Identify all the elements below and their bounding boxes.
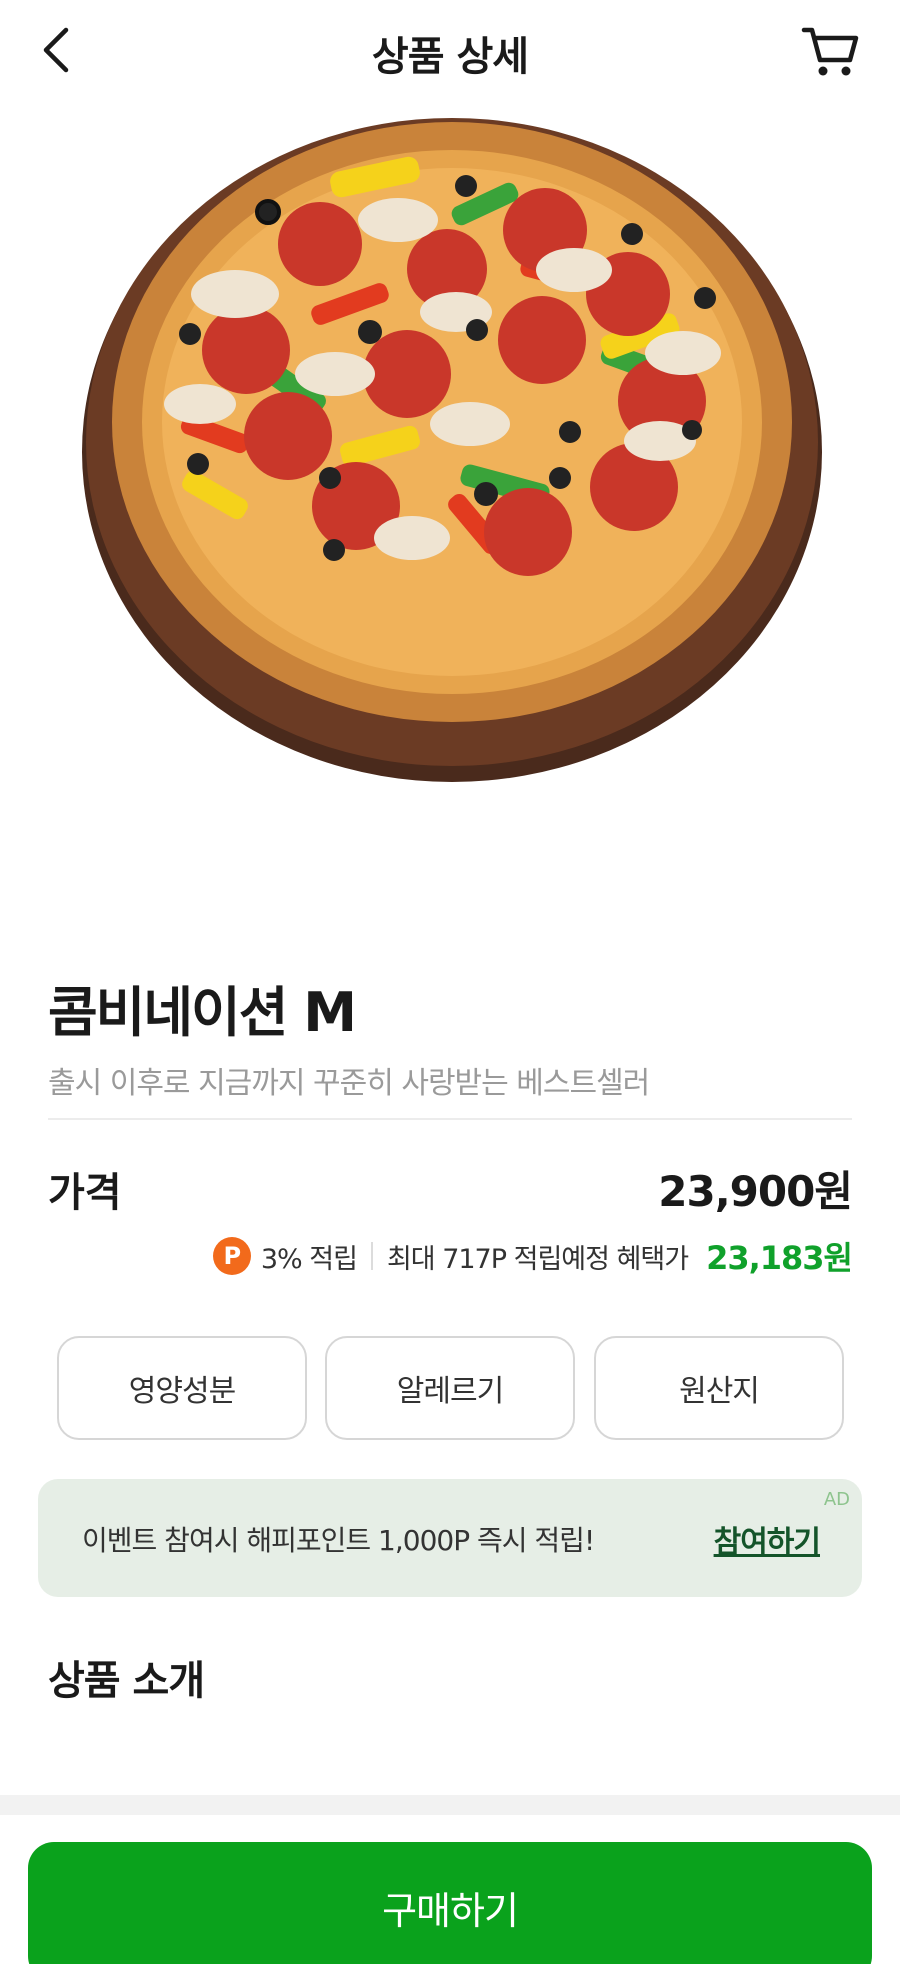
product-image (0, 104, 900, 924)
buy-button[interactable]: 구매하기 (28, 1842, 872, 1964)
origin-button[interactable]: 원산지 (594, 1336, 844, 1440)
buy-button-label: 구매하기 (382, 1889, 519, 1933)
point-rate: 3% 적립 (260, 1243, 358, 1275)
ad-banner[interactable]: AD 이벤트 참여시 해피포인트 1,000P 즉시 적립! 참여하기 (38, 1479, 862, 1597)
price-value: 23,900원 (658, 1167, 853, 1216)
point-benefit-row: P 3% 적립 최대 717P 적립예정 혜택가 23,183원 (212, 1234, 853, 1278)
max-point-text: 최대 717P 적립예정 혜택가 (386, 1243, 689, 1275)
section-divider (0, 1795, 900, 1815)
nutrition-button[interactable]: 영양성분 (57, 1336, 307, 1440)
separator (370, 1242, 373, 1270)
page-title: 상품 상세 (371, 34, 529, 80)
pizza-photo (82, 118, 822, 782)
divider (48, 1118, 852, 1120)
price-label: 가격 (48, 1170, 122, 1216)
cart-icon (801, 27, 859, 76)
benefit-price: 23,183원 (706, 1239, 853, 1277)
section-title: 상품 소개 (48, 1658, 205, 1704)
cart-button[interactable] (800, 22, 860, 80)
point-icon: P (212, 1237, 251, 1275)
ad-tag: AD (823, 1489, 850, 1510)
allergy-button[interactable]: 알레르기 (325, 1336, 575, 1440)
participate-link[interactable]: 참여하기 (714, 1517, 821, 1561)
top-app-bar: 상품 상세 (0, 0, 900, 104)
product-name: 콤비네이션 M (48, 981, 357, 1044)
ad-text: 이벤트 참여시 해피포인트 1,000P 즉시 적립! (82, 1524, 595, 1557)
product-description: 출시 이후로 지금까지 꾸준히 사랑받는 베스트셀러 (48, 1066, 650, 1101)
